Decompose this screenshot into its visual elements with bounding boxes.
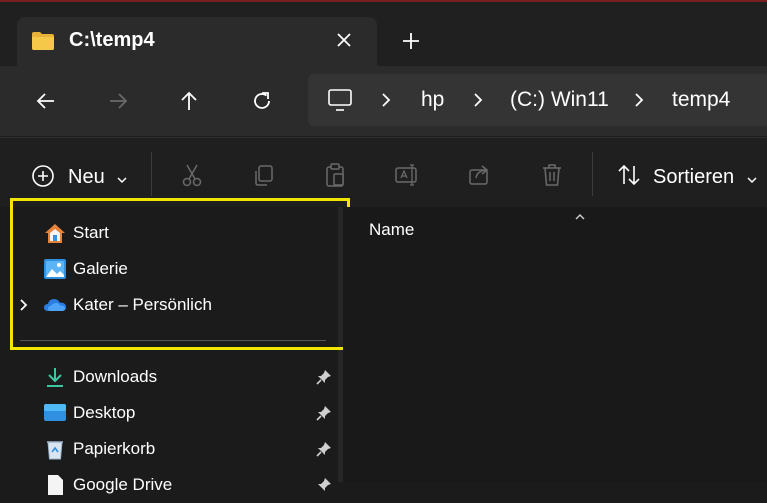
share-icon[interactable] bbox=[467, 162, 493, 188]
delete-icon[interactable] bbox=[539, 162, 565, 188]
tab-title: C:\temp4 bbox=[69, 29, 155, 51]
sidebar-item-google-drive[interactable]: Google Drive bbox=[0, 467, 340, 503]
window-accent-line bbox=[0, 0, 767, 2]
toolbar-divider bbox=[151, 152, 152, 196]
navigation-bar: hp (C:) Win11 temp4 bbox=[0, 66, 767, 136]
sort-icon[interactable] bbox=[616, 162, 642, 188]
desktop-icon bbox=[43, 401, 67, 425]
sidebar-item-label: Papierkorb bbox=[73, 439, 156, 458]
new-button[interactable]: Neu bbox=[68, 166, 105, 189]
copy-icon[interactable] bbox=[251, 162, 277, 188]
title-bar: C:\temp4 bbox=[0, 0, 767, 66]
pin-icon[interactable] bbox=[315, 440, 333, 458]
sidebar-item-recycle-bin[interactable]: Papierkorb bbox=[0, 431, 340, 467]
new-tab-icon[interactable] bbox=[399, 29, 423, 53]
plus-circle-icon[interactable] bbox=[31, 164, 55, 193]
refresh-icon[interactable] bbox=[249, 88, 275, 114]
up-arrow-icon[interactable] bbox=[176, 88, 202, 114]
highlight-box bbox=[10, 198, 350, 350]
chevron-right-icon[interactable] bbox=[471, 91, 485, 109]
pin-icon[interactable] bbox=[315, 476, 333, 494]
close-tab-icon[interactable] bbox=[333, 29, 355, 51]
rename-icon[interactable] bbox=[394, 162, 420, 188]
column-header-name[interactable]: Name bbox=[369, 220, 414, 240]
back-arrow-icon[interactable] bbox=[33, 88, 59, 114]
pin-icon[interactable] bbox=[315, 368, 333, 386]
chevron-up-icon[interactable] bbox=[573, 209, 587, 227]
chevron-down-icon[interactable] bbox=[746, 172, 758, 190]
sidebar-item-label: Desktop bbox=[73, 403, 136, 422]
sidebar-item-label: Google Drive bbox=[73, 475, 173, 494]
cut-icon[interactable] bbox=[179, 162, 205, 188]
paste-icon[interactable] bbox=[322, 162, 348, 188]
sort-button[interactable]: Sortieren bbox=[653, 166, 734, 189]
recycle-bin-icon bbox=[43, 437, 67, 461]
folder-icon bbox=[31, 31, 55, 56]
tab-temp4[interactable]: C:\temp4 bbox=[17, 17, 377, 66]
chevron-down-icon[interactable] bbox=[116, 172, 128, 190]
pin-icon[interactable] bbox=[315, 404, 333, 422]
sidebar-item-label: Downloads bbox=[73, 367, 158, 386]
file-list-pane: Name bbox=[343, 207, 767, 482]
chevron-right-icon[interactable] bbox=[379, 91, 393, 109]
toolbar-divider bbox=[592, 152, 593, 196]
sidebar-item-downloads[interactable]: Downloads bbox=[0, 359, 340, 395]
address-bar[interactable]: hp (C:) Win11 temp4 bbox=[308, 74, 767, 126]
document-icon bbox=[43, 473, 67, 497]
computer-icon bbox=[327, 88, 353, 117]
breadcrumb-temp4[interactable]: temp4 bbox=[672, 88, 730, 112]
download-icon bbox=[43, 365, 67, 389]
sidebar-item-desktop[interactable]: Desktop bbox=[0, 395, 340, 431]
forward-arrow-icon[interactable] bbox=[105, 88, 131, 114]
breadcrumb-hp[interactable]: hp bbox=[421, 88, 444, 112]
chevron-right-icon[interactable] bbox=[632, 91, 646, 109]
breadcrumb-drive[interactable]: (C:) Win11 bbox=[510, 88, 609, 112]
